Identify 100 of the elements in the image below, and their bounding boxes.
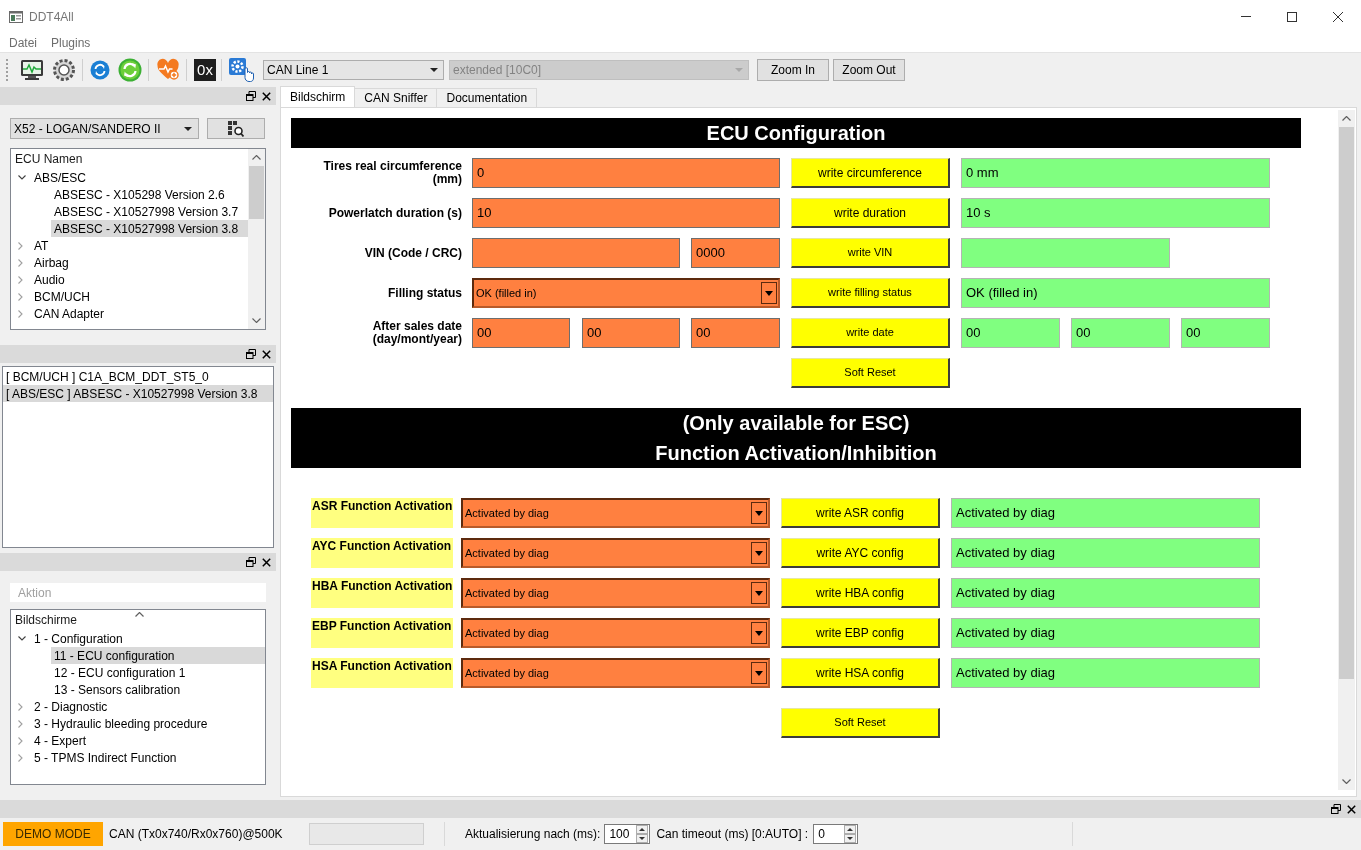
chevron-right-icon[interactable]: [18, 292, 23, 301]
tree-item[interactable]: Airbag: [32, 254, 248, 271]
tree-item[interactable]: 3 - Hydraulic bleeding procedure: [32, 715, 265, 732]
dropdown[interactable]: Activated by diag: [461, 538, 770, 568]
dropdown[interactable]: CAN Line 1: [263, 59, 444, 80]
write-button[interactable]: write HBA config: [781, 578, 940, 608]
spin-box[interactable]: 100: [604, 823, 651, 844]
write-button[interactable]: write date: [791, 318, 950, 348]
input-field[interactable]: 0: [472, 158, 780, 188]
float-icon[interactable]: [246, 349, 256, 359]
spin-up-icon[interactable]: [844, 824, 857, 834]
caret-icon[interactable]: [430, 67, 438, 72]
zoom-button[interactable]: Zoom In: [757, 58, 829, 81]
chevron-right-icon[interactable]: [18, 241, 23, 250]
scroll-up-icon[interactable]: [135, 612, 144, 617]
write-button[interactable]: write filling status: [791, 278, 950, 308]
close-icon[interactable]: [262, 557, 271, 567]
scrollbar[interactable]: [248, 149, 265, 329]
dropdown[interactable]: X52 - LOGAN/SANDERO II: [10, 118, 199, 139]
spin-down-icon[interactable]: [844, 833, 857, 843]
tab[interactable]: Documentation: [437, 88, 538, 107]
dropdown[interactable]: Activated by diag: [461, 618, 770, 648]
tree-item[interactable]: ABSESC - X10527998 Version 3.7: [51, 203, 248, 220]
write-button[interactable]: write EBP config: [781, 618, 940, 648]
filter-field[interactable]: Aktion: [10, 583, 266, 602]
float-icon[interactable]: [1331, 804, 1341, 814]
heart-icon[interactable]: [156, 57, 180, 82]
write-button[interactable]: write HSA config: [781, 658, 940, 688]
scroll-down-icon[interactable]: [1342, 779, 1351, 784]
close-icon[interactable]: [262, 349, 271, 359]
menu-item[interactable]: Datei: [2, 33, 44, 52]
refresh-icon[interactable]: [90, 59, 110, 80]
tree-item[interactable]: AT: [32, 237, 248, 254]
tree-item[interactable]: 1 - Configuration: [32, 630, 265, 647]
chevron-right-icon[interactable]: [18, 702, 23, 711]
close-icon[interactable]: [1333, 11, 1343, 22]
tree-item[interactable]: ABS/ESC: [32, 169, 248, 186]
scrollbar-thumb[interactable]: [1339, 127, 1354, 679]
tree-item[interactable]: ABSESC - X10527998 Version 3.8: [51, 220, 248, 237]
input-field[interactable]: 10: [472, 198, 780, 228]
tree-item[interactable]: 11 - ECU configuration: [51, 647, 265, 664]
chevron-right-icon[interactable]: [18, 309, 23, 318]
input-field[interactable]: 00: [472, 318, 570, 348]
tab[interactable]: CAN Sniffer: [355, 88, 438, 107]
scroll-down-icon[interactable]: [252, 318, 261, 323]
search-button[interactable]: [207, 118, 265, 139]
tree-item[interactable]: CAN Adapter: [32, 305, 248, 322]
chevron-right-icon[interactable]: [18, 719, 23, 728]
chevron-right-icon[interactable]: [18, 275, 23, 284]
tree-item[interactable]: ABSESC - X105298 Version 2.6: [51, 186, 248, 203]
dropdown[interactable]: Activated by diag: [461, 498, 770, 528]
float-icon[interactable]: [246, 91, 256, 101]
write-button[interactable]: write VIN: [791, 238, 950, 268]
list-item[interactable]: [ BCM/UCH ] C1A_BCM_DDT_ST5_0: [3, 368, 273, 385]
tree-item[interactable]: 5 - TPMS Indirect Function: [32, 749, 265, 766]
menu-item[interactable]: Plugins: [44, 33, 98, 52]
dropdown[interactable]: Activated by diag: [461, 578, 770, 608]
tree-item[interactable]: BCM/UCH: [32, 288, 248, 305]
input-field[interactable]: 0000: [691, 238, 780, 268]
tree-item[interactable]: 13 - Sensors calibration: [51, 681, 265, 698]
write-button[interactable]: write AYC config: [781, 538, 940, 568]
dropdown[interactable]: OK (filled in): [472, 278, 780, 308]
write-button[interactable]: write ASR config: [781, 498, 940, 528]
scrollbar[interactable]: [1338, 110, 1355, 790]
chevron-right-icon[interactable]: [18, 258, 23, 267]
close-icon[interactable]: [262, 91, 271, 101]
monitor-icon[interactable]: [20, 57, 44, 82]
write-button[interactable]: write duration: [791, 198, 950, 228]
scrollbar-thumb[interactable]: [249, 166, 264, 219]
tab[interactable]: Bildschirm: [280, 86, 356, 107]
dropdown[interactable]: Activated by diag: [461, 658, 770, 688]
input-field[interactable]: [472, 238, 680, 268]
chevron-down-icon[interactable]: [18, 175, 26, 180]
write-button[interactable]: write circumference: [791, 158, 950, 188]
tree-item[interactable]: Audio: [32, 271, 248, 288]
float-icon[interactable]: [246, 557, 256, 567]
refresh-icon[interactable]: [118, 57, 142, 82]
close-icon[interactable]: [1347, 804, 1356, 814]
zoom-button[interactable]: Zoom Out: [833, 58, 905, 81]
maximize-icon[interactable]: [1287, 11, 1297, 22]
chevron-right-icon[interactable]: [18, 736, 23, 745]
tree-item[interactable]: 12 - ECU configuration 1: [51, 664, 265, 681]
caret-icon[interactable]: [184, 126, 192, 131]
input-field[interactable]: 00: [582, 318, 680, 348]
spin-down-icon[interactable]: [636, 833, 649, 843]
reset-button[interactable]: Soft Reset: [791, 358, 950, 388]
chevron-down-icon[interactable]: [18, 636, 26, 641]
tree-item[interactable]: 2 - Diagnostic: [32, 698, 265, 715]
chevron-right-icon[interactable]: [18, 753, 23, 762]
list-item[interactable]: [ ABS/ESC ] ABSESC - X10527998 Version 3.8: [3, 385, 273, 402]
input-field[interactable]: 00: [691, 318, 780, 348]
hex-button[interactable]: 0x: [194, 58, 216, 81]
scroll-up-icon[interactable]: [252, 155, 261, 160]
reset-button[interactable]: Soft Reset: [781, 708, 940, 738]
gear-pointer-icon[interactable]: [228, 56, 254, 83]
scroll-up-icon[interactable]: [1342, 116, 1351, 121]
spin-up-icon[interactable]: [636, 824, 649, 834]
gear-icon[interactable]: [52, 57, 76, 82]
tree-item[interactable]: 4 - Expert: [32, 732, 265, 749]
spin-box[interactable]: 0: [813, 823, 859, 844]
